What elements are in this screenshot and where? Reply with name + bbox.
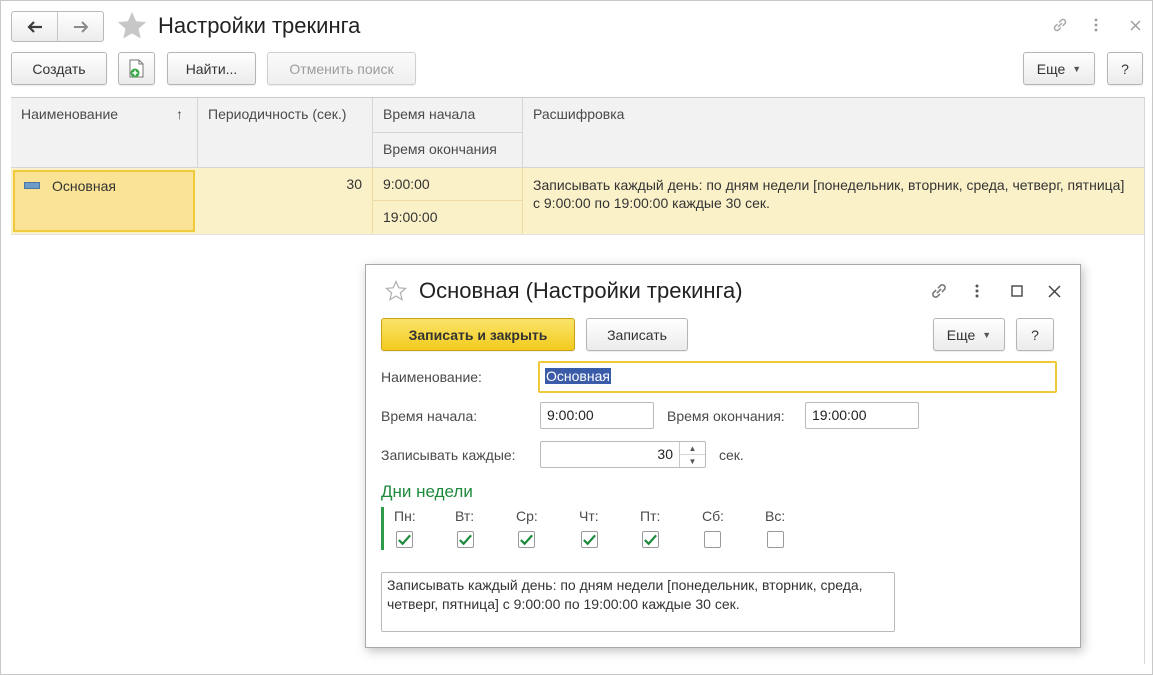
back-button[interactable] (12, 12, 57, 41)
cancel-search-button[interactable]: Отменить поиск (267, 52, 416, 85)
arrow-left-icon (26, 20, 42, 33)
checkmark-icon (583, 534, 596, 545)
main-window: Настройки трекинга Создать Найти... Отме… (0, 0, 1153, 675)
start-time-field[interactable]: 9:00:00 (540, 402, 654, 429)
end-time-label: Время окончания: (667, 408, 785, 424)
settings-dialog: Основная (Настройки трекинга) Записать и… (365, 264, 1081, 648)
navigation-buttons (11, 11, 104, 42)
weekday-checkbox-wed[interactable] (518, 531, 535, 548)
checkmark-icon (398, 534, 411, 545)
weekdays-heading: Дни недели (381, 482, 473, 501)
create-button[interactable]: Создать (11, 52, 107, 85)
name-label: Наименование: (381, 369, 482, 385)
cell-period[interactable]: 30 (198, 168, 373, 234)
weekday-checkbox-tue[interactable] (457, 531, 474, 548)
interval-label: Записывать каждые: (381, 447, 516, 463)
column-header-name[interactable]: Наименование ↑ (11, 98, 198, 168)
name-value: Основная (545, 368, 611, 384)
find-button[interactable]: Найти... (167, 52, 256, 85)
weekday-label-mon: Пн: (394, 508, 416, 524)
favorite-star-icon[interactable] (116, 10, 148, 42)
cell-end[interactable]: 19:00:00 (373, 201, 523, 234)
more-menu-button[interactable]: Еще ▼ (1023, 52, 1095, 85)
interval-stepper[interactable]: ▲ ▼ (679, 442, 705, 467)
dialog-title: Основная (Настройки трекинга) (419, 278, 743, 303)
checkmark-icon (520, 534, 533, 545)
weekday-checkbox-sun[interactable] (767, 531, 784, 548)
page-title: Настройки трекинга (158, 13, 361, 38)
close-icon[interactable] (1043, 280, 1065, 302)
end-time-field[interactable]: 19:00:00 (805, 402, 919, 429)
more-vertical-icon[interactable] (1088, 14, 1104, 36)
row-item-icon (24, 182, 40, 189)
interval-value: 30 (657, 446, 673, 462)
column-header-end[interactable]: Время окончания (373, 133, 523, 168)
interval-unit: сек. (719, 447, 744, 463)
cell-start[interactable]: 9:00:00 (373, 168, 523, 201)
help-button[interactable]: ? (1107, 52, 1143, 85)
dialog-more-menu-button[interactable]: Еще ▼ (933, 318, 1005, 351)
weekday-label-thu: Чт: (579, 508, 599, 524)
weekday-label-tue: Вт: (455, 508, 475, 524)
more-vertical-icon[interactable] (969, 280, 985, 302)
arrow-right-icon (73, 20, 88, 33)
checkmark-icon (459, 534, 472, 545)
cell-decoding[interactable]: Записывать каждый день: по дням недели [… (523, 168, 1144, 234)
weekday-checkbox-mon[interactable] (396, 531, 413, 548)
weekday-label-fri: Пт: (640, 508, 661, 524)
weekday-label-sat: Сб: (702, 508, 725, 524)
dialog-help-button[interactable]: ? (1016, 318, 1054, 351)
forward-button[interactable] (57, 12, 103, 41)
column-header-decoding[interactable]: Расшифровка (523, 98, 1144, 168)
dialog-more-label: Еще (946, 326, 976, 343)
favorite-star-outline-icon[interactable] (385, 280, 407, 302)
link-icon[interactable] (928, 280, 950, 302)
weekday-checkbox-sat[interactable] (704, 531, 721, 548)
start-time-label: Время начала: (381, 408, 478, 424)
close-icon[interactable] (1125, 14, 1145, 36)
sort-ascending-icon[interactable]: ↑ (176, 106, 183, 122)
maximize-icon[interactable] (1007, 280, 1027, 302)
column-header-start[interactable]: Время начала (373, 98, 523, 133)
stepper-down-icon[interactable]: ▼ (680, 454, 705, 467)
link-icon[interactable] (1049, 14, 1071, 36)
interval-field[interactable]: 30 ▲ ▼ (540, 441, 706, 468)
column-header-period[interactable]: Периодичность (сек.) (198, 98, 373, 168)
weekday-label-sun: Вс: (765, 508, 786, 524)
weekdays-group-bar (381, 507, 384, 550)
column-header-name-label: Наименование (21, 106, 119, 122)
name-field[interactable]: Основная (538, 361, 1057, 393)
add-document-icon (129, 59, 143, 77)
stepper-up-icon[interactable]: ▲ (680, 442, 705, 454)
save-button[interactable]: Записать (586, 318, 688, 351)
weekday-checkbox-fri[interactable] (642, 531, 659, 548)
chevron-down-icon: ▼ (982, 329, 992, 340)
cell-name[interactable]: Основная (43, 170, 193, 202)
more-label: Еще (1036, 60, 1066, 77)
save-and-close-button[interactable]: Записать и закрыть (381, 318, 575, 351)
chevron-down-icon: ▼ (1072, 63, 1082, 74)
checkmark-icon (644, 534, 657, 545)
summary-text: Записывать каждый день: по дням недели [… (381, 572, 895, 632)
weekday-checkbox-thu[interactable] (581, 531, 598, 548)
create-copy-button[interactable] (118, 52, 155, 85)
weekday-label-wed: Ср: (516, 508, 538, 524)
